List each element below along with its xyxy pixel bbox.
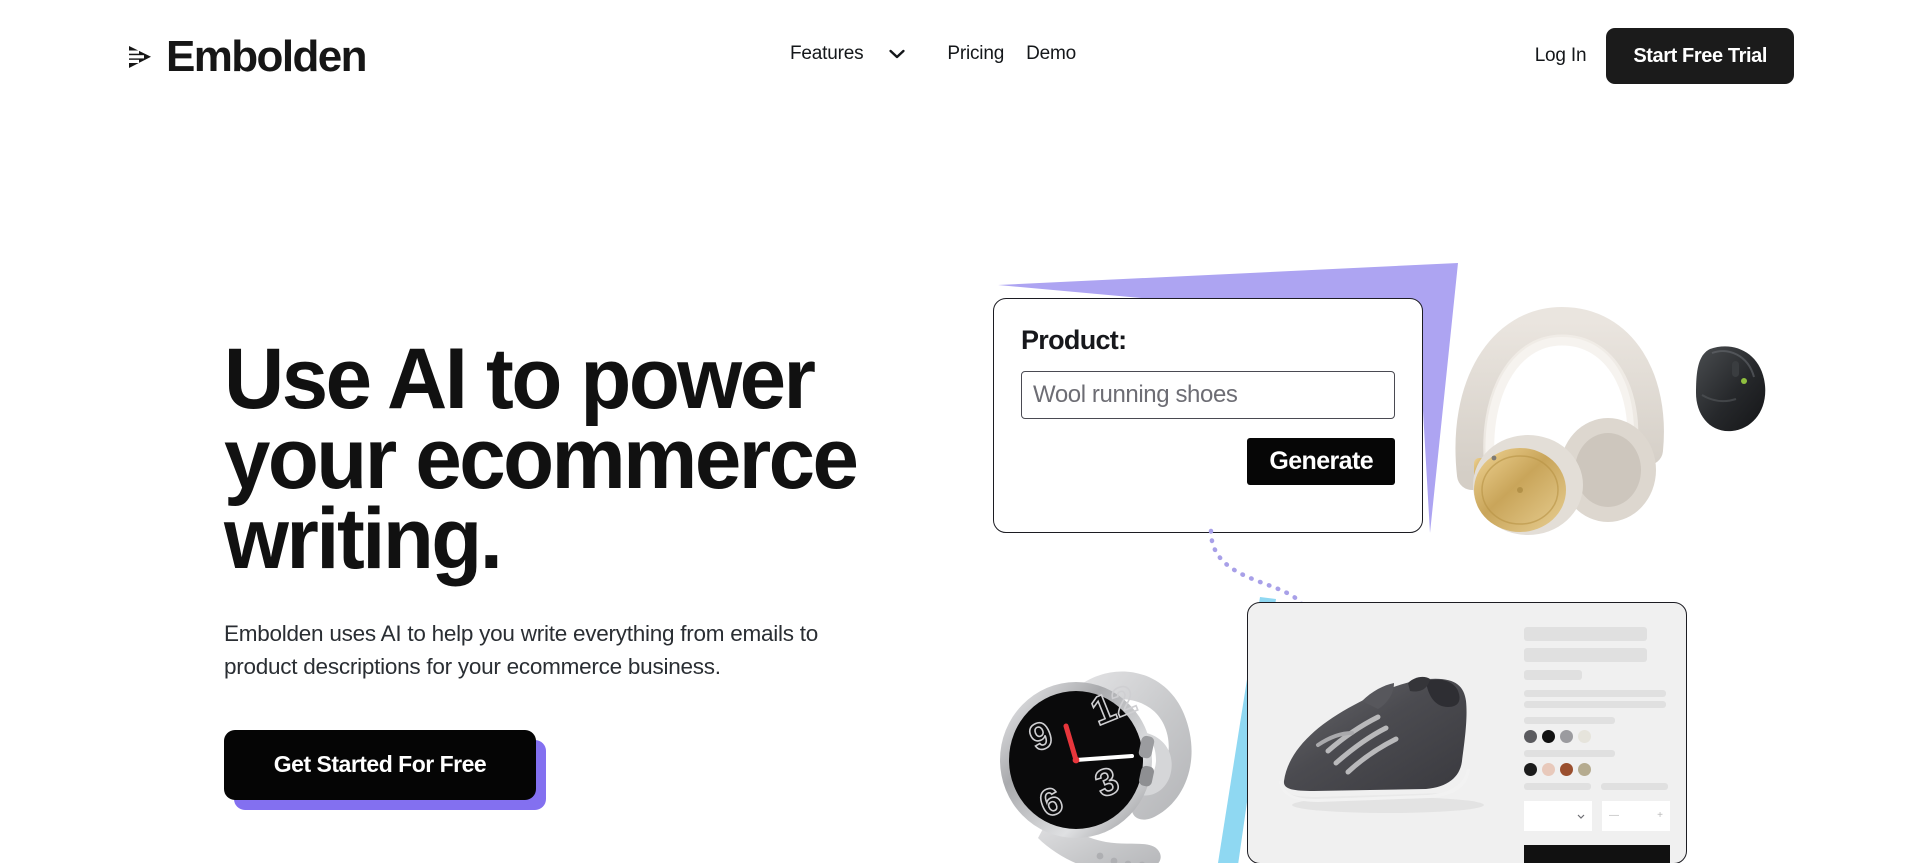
get-started-for-free-button[interactable]: Get Started For Free: [224, 729, 536, 800]
ai-prompt-card: Product: Generate: [993, 298, 1423, 533]
headphones-image: [1455, 306, 1664, 535]
skeleton-select-label: [1601, 783, 1669, 790]
chevron-down-icon: [1577, 814, 1585, 819]
skeleton-title: [1524, 627, 1647, 641]
decrement-icon[interactable]: —: [1609, 811, 1619, 821]
product-field-label: Product:: [1021, 325, 1127, 355]
increment-icon[interactable]: +: [1657, 811, 1663, 821]
hero-cta-wrapper: Get Started For Free: [224, 729, 546, 810]
skeleton-desc-line: [1524, 701, 1666, 708]
embolden-arrow-mark-icon: [125, 46, 151, 68]
color-swatch-row-2[interactable]: [1524, 763, 1670, 776]
primary-nav: Features Pricing Demo: [790, 44, 1076, 63]
color-swatch[interactable]: [1542, 730, 1555, 743]
add-to-cart-button[interactable]: [1524, 845, 1670, 863]
product-image-panel: [1248, 603, 1520, 863]
color-swatch-row-1[interactable]: [1524, 730, 1670, 743]
nav-item-features[interactable]: Features: [790, 44, 905, 63]
product-details-skeleton: — +: [1520, 603, 1686, 863]
wool-running-shoe-image: [1279, 676, 1484, 813]
color-swatch[interactable]: [1560, 730, 1573, 743]
color-swatch[interactable]: [1524, 730, 1537, 743]
size-select[interactable]: [1524, 801, 1592, 831]
site-header: Embolden Features Pricing Demo Log In St…: [0, 0, 1920, 120]
computer-mouse-image: [1696, 346, 1766, 432]
smartwatch-image: 12 3 6 9: [1000, 671, 1192, 863]
hero-illustration: Product: Generate: [980, 245, 1920, 863]
nav-item-pricing[interactable]: Pricing: [947, 44, 1004, 63]
skeleton-subtitle: [1524, 648, 1647, 662]
start-free-trial-button[interactable]: Start Free Trial: [1606, 28, 1794, 84]
page-title: Use AI to power your ecommerce writing.: [224, 336, 903, 582]
header-actions: Log In Start Free Trial: [1535, 28, 1920, 84]
log-in-link[interactable]: Log In: [1535, 45, 1587, 67]
brand-logo[interactable]: Embolden: [125, 30, 367, 84]
product-options-row: — +: [1524, 801, 1670, 831]
nav-features-label: Features: [790, 43, 864, 64]
skeleton-option-label: [1524, 717, 1615, 724]
skeleton-price: [1524, 670, 1583, 680]
skeleton-option-label: [1524, 750, 1615, 757]
generate-button[interactable]: Generate: [1247, 438, 1395, 485]
nav-item-demo[interactable]: Demo: [1026, 44, 1076, 63]
landing-page: Embolden Features Pricing Demo Log In St…: [0, 0, 1920, 863]
product-input[interactable]: [1021, 371, 1395, 419]
color-swatch[interactable]: [1578, 763, 1591, 776]
chevron-down-icon: [889, 49, 905, 58]
brand-name: Embolden: [166, 32, 367, 81]
hero-subheadline: Embolden uses AI to help you write every…: [224, 620, 819, 679]
product-page-preview-card: — +: [1247, 602, 1687, 863]
color-swatch[interactable]: [1542, 763, 1555, 776]
color-swatch[interactable]: [1524, 763, 1537, 776]
generate-row: Generate: [1021, 438, 1395, 485]
skeleton-desc-line: [1524, 690, 1666, 697]
hero-copy: Use AI to power your ecommerce writing. …: [224, 336, 924, 810]
color-swatch[interactable]: [1560, 763, 1573, 776]
headline-line-3: writing.: [224, 490, 503, 587]
color-swatch[interactable]: [1578, 730, 1591, 743]
skeleton-select-label: [1524, 783, 1592, 790]
quantity-stepper[interactable]: — +: [1602, 801, 1670, 831]
